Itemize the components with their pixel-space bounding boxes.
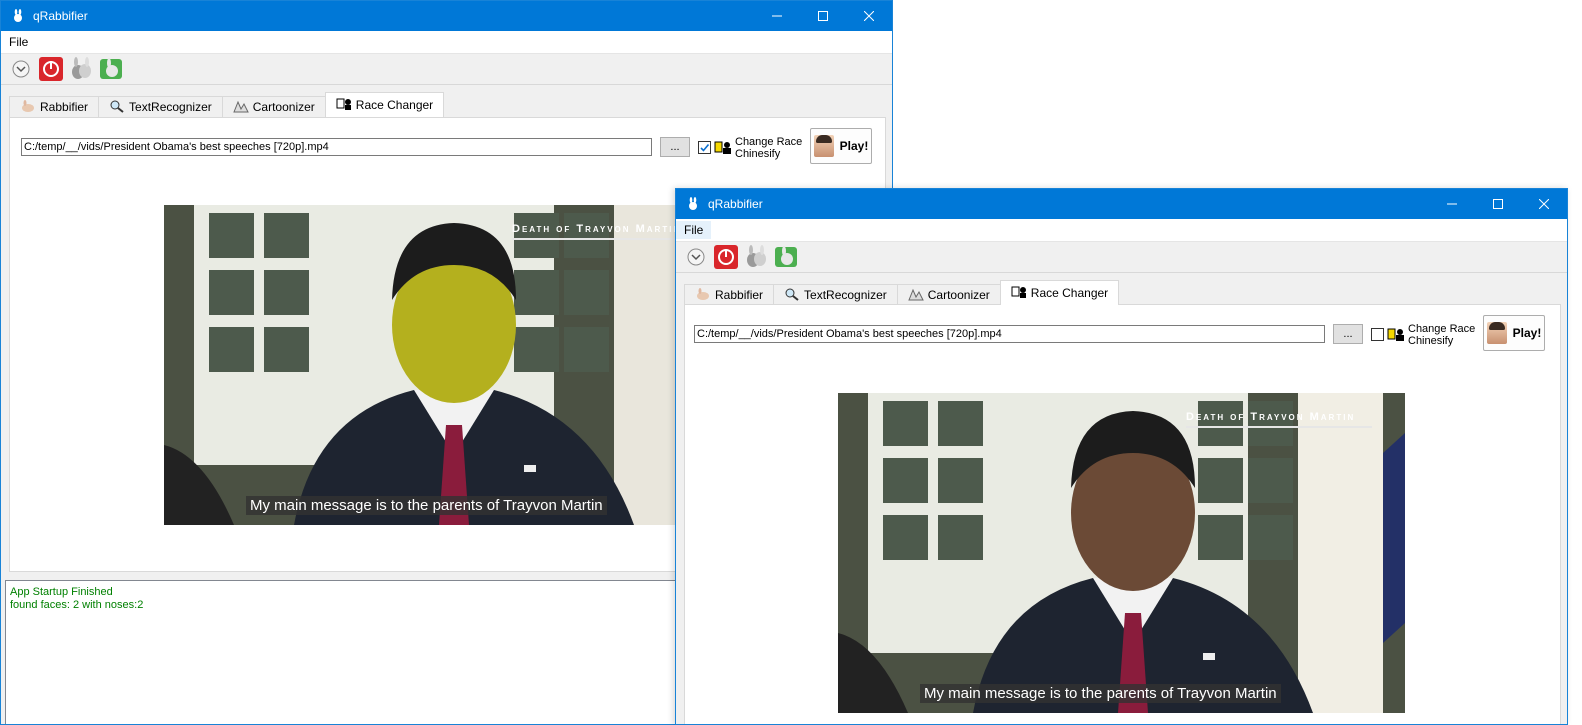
tab-label: TextRecognizer xyxy=(804,288,887,302)
rabbit-app-icon xyxy=(686,197,700,211)
change-race-checkbox[interactable] xyxy=(698,141,711,154)
dropdown-arrow-icon[interactable] xyxy=(9,57,33,81)
play-label: Play! xyxy=(1512,326,1542,340)
green-rabbit-icon[interactable] xyxy=(774,245,798,269)
video-image xyxy=(164,205,704,525)
menu-file[interactable]: File xyxy=(676,221,712,239)
race-icon xyxy=(1387,328,1405,342)
tab-bar: Rabbifier TextRecognizer Cartoonizer Rac… xyxy=(684,280,1567,305)
close-button[interactable] xyxy=(846,1,892,31)
browse-button[interactable]: ... xyxy=(660,137,690,157)
video-subtitle: My main message is to the parents of Tra… xyxy=(246,496,607,515)
face-icon xyxy=(813,135,834,157)
change-race-label: Change Race xyxy=(735,136,803,148)
magnifier-icon xyxy=(784,287,800,304)
tab-bar: Rabbifier TextRecognizer Cartoonizer Rac… xyxy=(9,92,892,117)
window-title: qRabbifier xyxy=(708,197,763,211)
tab-textrecognizer[interactable]: TextRecognizer xyxy=(773,284,898,305)
play-button[interactable]: Play! xyxy=(1483,315,1545,351)
tab-race-changer[interactable]: Race Changer xyxy=(999,280,1120,305)
toolbar xyxy=(1,54,892,85)
tab-rabbifier[interactable]: Rabbifier xyxy=(684,284,775,305)
green-rabbit-icon[interactable] xyxy=(99,57,123,81)
minimize-button[interactable] xyxy=(754,1,800,31)
video-image xyxy=(838,393,1405,713)
tab-cartoonizer[interactable]: Cartoonizer xyxy=(896,284,1001,305)
video-path-input[interactable]: C:/temp/__/vids/President Obama's best s… xyxy=(21,138,652,156)
cartoon-icon xyxy=(233,99,249,116)
video-overlay-title: Death of Trayvon Martin xyxy=(512,223,682,235)
maximize-button[interactable] xyxy=(1475,189,1521,219)
video-path-input[interactable]: C:/temp/__/vids/President Obama's best s… xyxy=(694,325,1325,343)
rabbits-icon[interactable] xyxy=(69,57,93,81)
tab-race-changer[interactable]: Race Changer xyxy=(324,92,445,117)
race-icon xyxy=(714,141,732,155)
race-icon xyxy=(336,97,352,114)
minimize-button[interactable] xyxy=(1429,189,1475,219)
window-title: qRabbifier xyxy=(33,9,88,23)
tab-textrecognizer[interactable]: TextRecognizer xyxy=(98,96,223,117)
rabbits-icon[interactable] xyxy=(744,245,768,269)
video-overlay-title: Death of Trayvon Martin xyxy=(1186,411,1356,423)
video-subtitle: My main message is to the parents of Tra… xyxy=(920,684,1281,703)
change-race-label: Change Race xyxy=(1408,323,1476,335)
tab-rabbifier[interactable]: Rabbifier xyxy=(9,96,100,117)
chinesify-label: Chinesify xyxy=(1408,335,1454,347)
tab-label: Cartoonizer xyxy=(927,288,990,302)
close-button[interactable] xyxy=(1521,189,1567,219)
tab-label: Rabbifier xyxy=(715,288,764,302)
second-window: qRabbifier File Rabbifier TextRecognizer… xyxy=(675,188,1568,725)
toolbar xyxy=(676,242,1567,273)
video-frame: Death of Trayvon Martin My main message … xyxy=(164,205,704,525)
video-frame: Death of Trayvon Martin My main message … xyxy=(838,393,1405,713)
face-icon xyxy=(1486,322,1507,344)
tab-label: Race Changer xyxy=(1030,286,1109,300)
maximize-button[interactable] xyxy=(800,1,846,31)
browse-button[interactable]: ... xyxy=(1333,324,1363,344)
play-label: Play! xyxy=(839,139,869,153)
stop-button[interactable] xyxy=(714,245,738,269)
play-button[interactable]: Play! xyxy=(810,128,872,164)
menu-file[interactable]: File xyxy=(1,33,36,51)
rabbit-icon xyxy=(695,287,711,303)
tab-label: Race Changer xyxy=(355,98,434,112)
change-race-checkbox[interactable] xyxy=(1371,328,1384,341)
stop-button[interactable] xyxy=(39,57,63,81)
title-bar[interactable]: qRabbifier xyxy=(676,189,1567,219)
rabbit-app-icon xyxy=(11,9,25,23)
race-icon xyxy=(1011,285,1027,302)
cartoon-icon xyxy=(908,287,924,304)
race-changer-panel: C:/temp/__/vids/President Obama's best s… xyxy=(684,304,1561,724)
menu-bar: File xyxy=(1,31,892,54)
tab-label: Cartoonizer xyxy=(252,100,315,114)
tab-cartoonizer[interactable]: Cartoonizer xyxy=(221,96,326,117)
rabbit-icon xyxy=(20,99,36,115)
tab-label: TextRecognizer xyxy=(129,100,212,114)
dropdown-arrow-icon[interactable] xyxy=(684,245,708,269)
magnifier-icon xyxy=(109,99,125,116)
title-bar[interactable]: qRabbifier xyxy=(1,1,892,31)
menu-bar: File xyxy=(676,219,1567,242)
chinesify-label: Chinesify xyxy=(735,148,781,160)
overlay-underline xyxy=(1186,426,1372,428)
tab-label: Rabbifier xyxy=(40,100,89,114)
